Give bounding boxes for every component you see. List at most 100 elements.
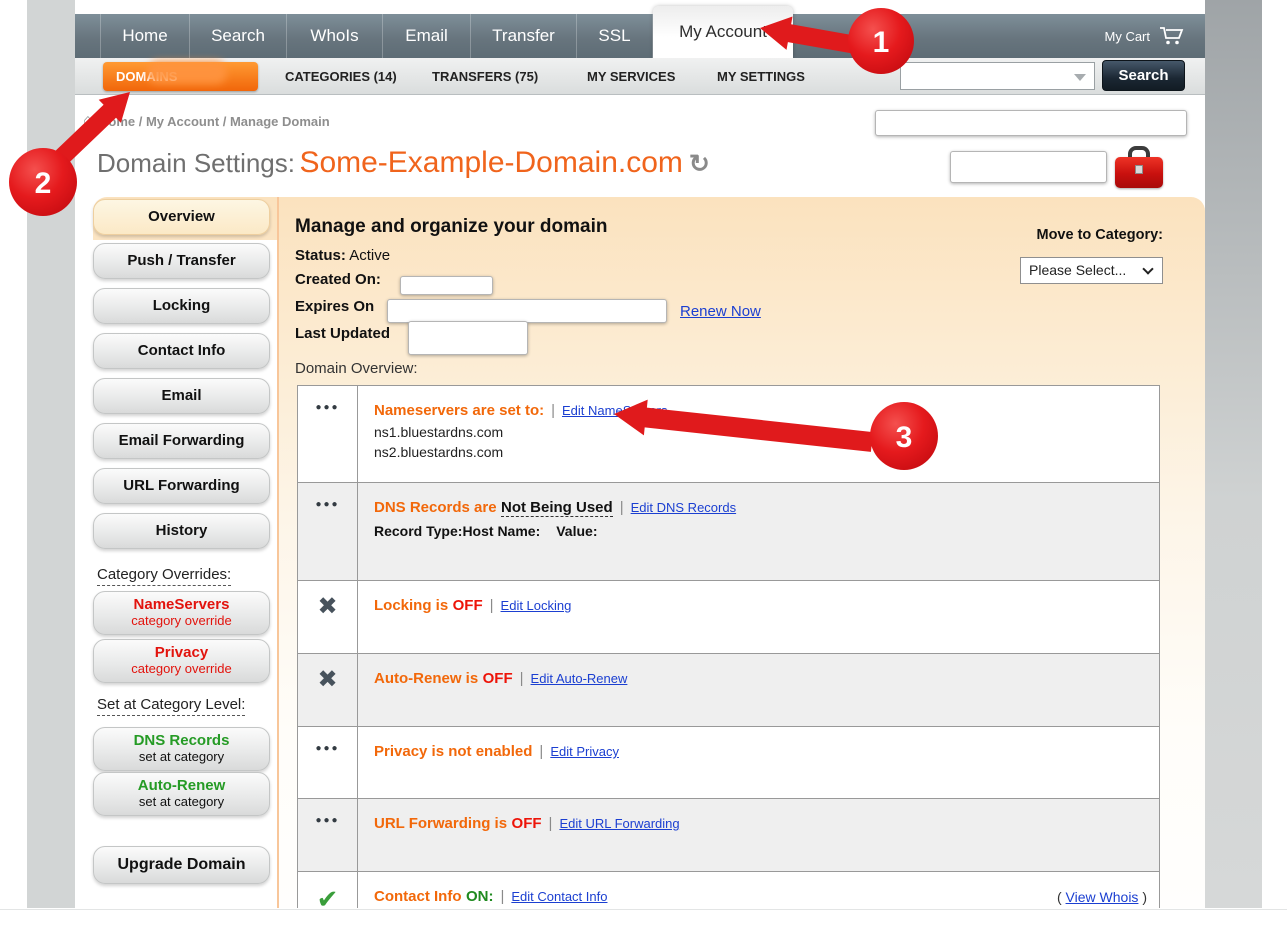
sidebar-tab-history[interactable]: History <box>93 513 270 549</box>
tab-my-account[interactable]: My Account <box>653 6 793 58</box>
row-status: OFF <box>512 815 542 832</box>
row-contact-info: ✔ Contact Info ON: | Edit Contact Info ( V… <box>298 872 1159 908</box>
sidebar-tab-locking[interactable]: Locking <box>93 288 270 324</box>
edit-contact-info-link[interactable]: Edit Contact Info <box>511 889 607 904</box>
category-label: DNS Records <box>94 732 269 750</box>
view-whois-link[interactable]: View Whois <box>1066 889 1139 905</box>
subnav-categories[interactable]: CATEGORIES (14) <box>285 58 397 95</box>
subnav-my-settings[interactable]: MY SETTINGS <box>717 58 805 95</box>
dns-record-headers: Record Type:Host Name:Value: <box>374 523 1145 539</box>
move-to-category-label: Move to Category: <box>863 227 1163 243</box>
redaction-smudge <box>147 61 227 84</box>
row-title: Locking is <box>374 597 448 614</box>
separator: | <box>549 815 553 832</box>
page-title-domain: Some-Example-Domain.com <box>299 146 682 179</box>
separator: | <box>551 402 555 419</box>
category-select[interactable]: Please Select... <box>1020 257 1163 284</box>
sidebar-tab-overview[interactable]: Overview <box>93 199 270 235</box>
domain-overview-label: Domain Overview: <box>295 360 418 377</box>
category-sublabel: set at category <box>94 750 269 764</box>
dots-icon: ●●● <box>298 386 358 482</box>
check-icon: ✔ <box>298 872 358 908</box>
toolbox-icon[interactable] <box>1115 146 1163 190</box>
row-title: Auto-Renew is <box>374 670 478 687</box>
redacted-value-box <box>387 299 667 323</box>
sidebar-tab-email[interactable]: Email <box>93 378 270 414</box>
updated-label: Last Updated <box>295 325 390 342</box>
breadcrumb[interactable]: Home / My Account / Manage Domain <box>99 114 330 129</box>
sidebar-dns-records-category[interactable]: DNS Records set at category <box>93 727 270 771</box>
sidebar-tab-url-forwarding[interactable]: URL Forwarding <box>93 468 270 504</box>
separator: | <box>490 597 494 614</box>
dots-icon: ●●● <box>298 483 358 580</box>
row-title: Privacy is not enabled <box>374 743 532 760</box>
nameserver-value: ns1.bluestardns.com <box>374 424 1145 440</box>
dots-icon: ●●● <box>298 799 358 871</box>
home-icon: ⌂ <box>83 112 93 130</box>
separator: | <box>500 888 504 905</box>
sidebar-tab-push-transfer[interactable]: Push / Transfer <box>93 243 270 279</box>
search-button[interactable]: Search <box>1102 60 1185 91</box>
tab-email[interactable]: Email <box>383 14 471 58</box>
tab-search[interactable]: Search <box>190 14 287 58</box>
tab-whois[interactable]: WhoIs <box>287 14 383 58</box>
tab-transfer[interactable]: Transfer <box>471 14 577 58</box>
edit-url-forwarding-link[interactable]: Edit URL Forwarding <box>559 816 679 831</box>
row-status: ON: <box>466 888 494 905</box>
row-url-forwarding: ●●● URL Forwarding is OFF | Edit URL Forwa… <box>298 799 1159 872</box>
row-title: URL Forwarding is <box>374 815 507 832</box>
row-title: DNS Records are <box>374 499 497 516</box>
domain-search-combobox[interactable] <box>900 62 1095 90</box>
tab-ssl[interactable]: SSL <box>577 14 653 58</box>
view-whois: ( View Whois ) <box>1057 889 1147 905</box>
tab-home[interactable]: Home <box>100 14 190 58</box>
redacted-value-box <box>875 110 1187 136</box>
created-label: Created On: <box>295 271 381 288</box>
x-icon: ✖ <box>298 581 358 653</box>
sidebar-auto-renew-category[interactable]: Auto-Renew set at category <box>93 772 270 816</box>
renew-now-link[interactable]: Renew Now <box>680 303 761 320</box>
sidebar-nameservers-override[interactable]: NameServers category override <box>93 591 270 635</box>
cart-icon <box>1159 26 1185 46</box>
edit-nameservers-link[interactable]: Edit NameServers <box>562 403 667 418</box>
x-icon: ✖ <box>298 654 358 726</box>
row-status: OFF <box>453 597 483 614</box>
edit-locking-link[interactable]: Edit Locking <box>501 598 572 613</box>
page-title-prefix: Domain Settings: <box>97 148 295 178</box>
sidebar-tab-contact-info[interactable]: Contact Info <box>93 333 270 369</box>
sidebar-privacy-override[interactable]: Privacy category override <box>93 639 270 683</box>
sidebar-tab-email-forwarding[interactable]: Email Forwarding <box>93 423 270 459</box>
nameserver-value: ns2.bluestardns.com <box>374 444 1145 460</box>
set-at-category-heading: Set at Category Level: <box>97 696 245 716</box>
dropdown-arrow-icon[interactable] <box>1074 74 1086 81</box>
toolbox-clasp <box>1135 165 1143 174</box>
override-sublabel: category override <box>94 662 269 676</box>
account-sub-navigation: DOMAINS CATEGORIES (14) TRANSFERS (75) M… <box>75 58 1205 95</box>
top-navigation-bar: Home Search WhoIs Email Transfer SSL My … <box>75 14 1205 58</box>
redacted-value-box <box>400 276 493 295</box>
refresh-icon[interactable]: ↻ <box>689 150 710 178</box>
redacted-value-box <box>408 321 528 355</box>
row-title: Nameservers are set to: <box>374 402 544 419</box>
separator: | <box>539 743 543 760</box>
chevron-down-icon <box>1142 263 1153 274</box>
edit-dns-records-link[interactable]: Edit DNS Records <box>631 500 736 515</box>
row-title: Contact Info <box>374 888 462 905</box>
expires-label: Expires On <box>295 298 374 315</box>
domain-search-input[interactable] <box>901 63 1071 89</box>
row-locking: ✖ Locking is OFF | Edit Locking <box>298 581 1159 654</box>
subnav-transfers[interactable]: TRANSFERS (75) <box>432 58 538 95</box>
edit-auto-renew-link[interactable]: Edit Auto-Renew <box>531 671 628 686</box>
edit-privacy-link[interactable]: Edit Privacy <box>550 744 619 759</box>
category-select-value: Please Select... <box>1029 262 1126 278</box>
status-line: Status: Active <box>295 247 390 264</box>
domain-overview-table: ●●● Nameservers are set to: | Edit NameSer… <box>297 385 1160 908</box>
redacted-value-box <box>950 151 1107 183</box>
category-sublabel: set at category <box>94 795 269 809</box>
desktop-right-margin <box>1205 0 1262 908</box>
subnav-my-services[interactable]: MY SERVICES <box>587 58 675 95</box>
browser-page: Home Search WhoIs Email Transfer SSL My … <box>75 0 1205 908</box>
upgrade-domain-button[interactable]: Upgrade Domain <box>93 846 270 884</box>
my-cart[interactable]: My Cart <box>1105 14 1206 58</box>
override-label: NameServers <box>94 596 269 614</box>
